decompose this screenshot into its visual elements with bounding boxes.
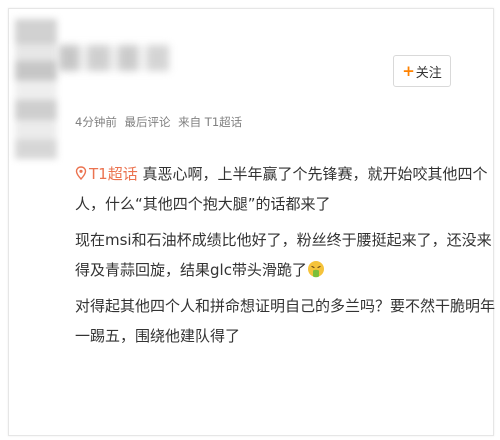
vomit-emoji-icon <box>307 261 324 278</box>
paragraph: T1超话 真恶心啊，上半年赢了个先锋赛，就开始咬其他四个人，什么“其他四个抱大腿… <box>75 159 495 219</box>
paragraph-text: 对得起其他四个人和拼命想证明自己的多兰吗？要不然干脆明年一踢五，围绕他建队得了 <box>75 297 496 345</box>
avatar[interactable] <box>15 19 57 159</box>
username[interactable] <box>59 45 169 71</box>
paragraph-text: 真恶心啊，上半年赢了个先锋赛，就开始咬其他四个人，什么“其他四个抱大腿”的话都来… <box>75 165 488 213</box>
post-card: + 关注 4分钟前 最后评论 来自 T1超话 T1超话 真恶心啊，上半年赢了个先… <box>8 8 495 436</box>
follow-label: 关注 <box>415 65 442 81</box>
post-meta: 4分钟前 最后评论 来自 T1超话 <box>75 114 246 130</box>
paragraph: 现在msi和石油杯成绩比他好了，粉丝终于腰挺起来了，还没来得及青蒜回旋，结果gl… <box>75 225 495 285</box>
post-time: 4分钟前 <box>75 115 117 129</box>
post-content: T1超话 真恶心啊，上半年赢了个先锋赛，就开始咬其他四个人，什么“其他四个抱大腿… <box>75 159 495 357</box>
paragraph-text: 现在msi和石油杯成绩比他好了，粉丝终于腰挺起来了，还没来得及青蒜回旋，结果gl… <box>75 231 492 279</box>
follow-button[interactable]: + 关注 <box>393 55 451 87</box>
post-source[interactable]: 来自 T1超话 <box>178 115 242 129</box>
topic-link[interactable]: T1超话 <box>75 165 138 183</box>
plus-icon: + <box>402 62 415 80</box>
post-meta-label: 最后评论 <box>124 115 171 129</box>
topic-label: T1超话 <box>89 165 138 183</box>
location-pin-icon <box>75 166 87 180</box>
paragraph: 对得起其他四个人和拼命想证明自己的多兰吗？要不然干脆明年一踢五，围绕他建队得了 <box>75 291 495 351</box>
